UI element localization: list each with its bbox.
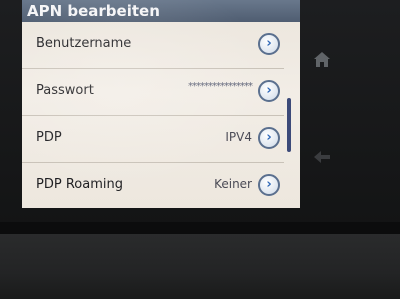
back-icon[interactable] [312,148,332,166]
device-bezel [0,234,400,299]
home-icon[interactable] [312,50,332,70]
chevron-right-icon[interactable]: › [258,174,280,196]
settings-row-label: Benutzername [36,36,132,51]
title-bar: APN bearbeiten [22,0,300,22]
chevron-right-icon[interactable]: › [258,127,280,149]
page-title: APN bearbeiten [27,2,160,20]
settings-row-label: PDP [36,130,62,145]
screen: APN bearbeiten Benutzername › Passwort *… [22,0,300,208]
settings-row-pdp[interactable]: PDP IPV4 › [22,116,284,163]
bezel-edge [0,222,400,234]
settings-row-value: IPV4 [225,130,252,144]
settings-row-value: Keiner [214,177,252,191]
settings-row-password[interactable]: Passwort **************** › [22,69,284,116]
settings-row-value: **************** [188,81,253,92]
scrollbar[interactable] [287,98,291,152]
settings-row-label: PDP Roaming [36,177,123,192]
settings-row-label: Passwort [36,83,94,98]
settings-row-username[interactable]: Benutzername › [22,22,284,69]
chevron-right-icon[interactable]: › [258,80,280,102]
chevron-right-icon[interactable]: › [258,33,280,55]
device-frame: APN bearbeiten Benutzername › Passwort *… [0,0,400,299]
settings-row-pdp-roaming[interactable]: PDP Roaming Keiner › [22,163,284,208]
